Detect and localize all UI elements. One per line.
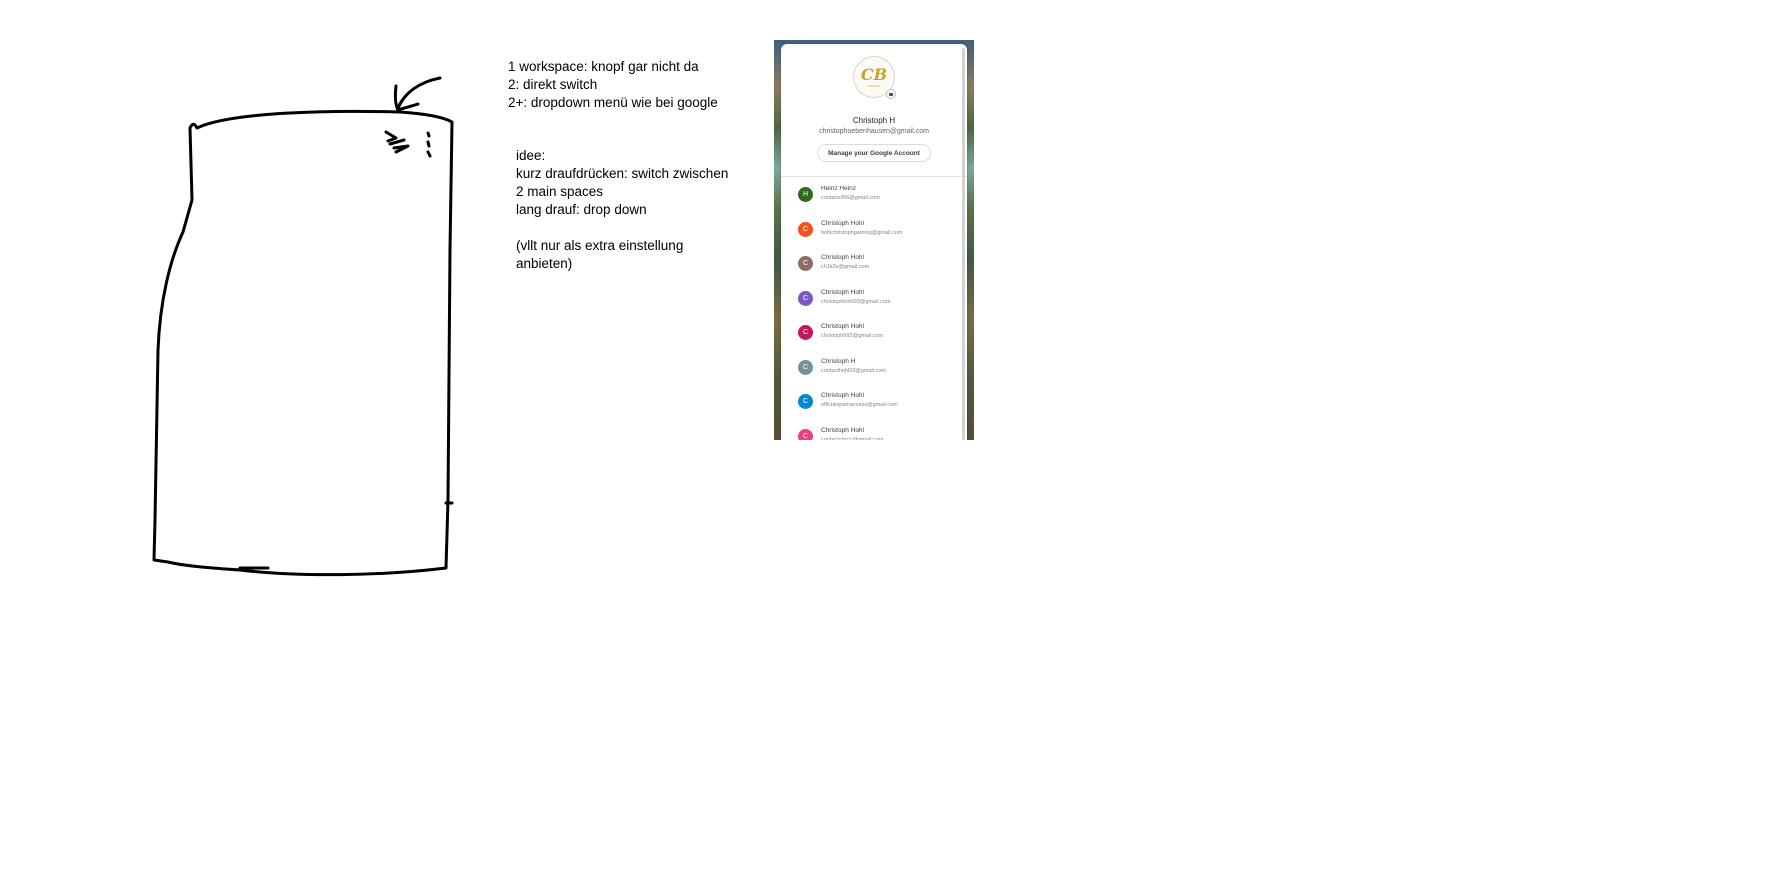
- account-avatar: C: [798, 359, 813, 375]
- camera-icon[interactable]: [886, 89, 896, 99]
- scrollbar[interactable]: [962, 48, 965, 440]
- account-avatar: C: [798, 290, 813, 306]
- notes-idea: idee: kurz draufdrücken: switch zwischen…: [516, 148, 729, 271]
- account-item[interactable]: H Heinz Heinz contactcf96@gmail.com: [781, 184, 967, 219]
- profile-logo: CB: [860, 64, 888, 84]
- switch-icon-sketch: [384, 130, 410, 154]
- account-email: christophh93@gmail.com: [821, 333, 884, 339]
- account-card: CB Christoph Christoph H christophoebenh…: [781, 44, 967, 440]
- account-item[interactable]: C Christoph Hohl ch1k3v@gmail.com: [781, 253, 967, 288]
- user-email: christophoebenhausen@gmail.com: [819, 128, 929, 135]
- divider: [781, 176, 967, 177]
- account-name: Christoph Hohl: [821, 426, 864, 434]
- account-avatar: C: [798, 256, 813, 271]
- account-email: officialspamaccess@gmail.com: [821, 402, 898, 408]
- profile-logo-sub: Christoph: [867, 83, 881, 88]
- account-name: Christoph H: [821, 357, 856, 365]
- notes-workspace: 1 workspace: knopf gar nicht da 2: direk…: [508, 59, 718, 110]
- account-name: Heinz Heinz: [821, 185, 857, 192]
- google-account-switcher: CB Christoph Christoph H christophoebenh…: [774, 40, 974, 440]
- phone-outline: [152, 109, 454, 577]
- account-avatar: C: [798, 394, 813, 409]
- menu-dots-sketch: [426, 131, 432, 158]
- user-name: Christoph H: [852, 116, 896, 125]
- account-name: Christoph Hohl: [821, 288, 864, 296]
- account-name: Christoph Hohl: [821, 219, 864, 227]
- account-item[interactable]: C Christoph Hohl christophhohl93@gmail.com: [781, 288, 967, 323]
- account-item[interactable]: C Christoph H contacthohl93@gmail.com: [781, 357, 967, 392]
- account-email: contactcf96@gmail.com: [821, 195, 880, 201]
- account-avatar: H: [798, 187, 813, 202]
- account-name: Christoph Hohl: [821, 392, 864, 399]
- account-item[interactable]: C Christoph Hohl contactcbccc@gmail.com: [781, 426, 967, 441]
- account-name: Christoph Hohl: [821, 254, 864, 261]
- account-avatar: C: [798, 428, 813, 440]
- account-avatar: C: [798, 325, 813, 340]
- account-name: Christoph Hohl: [821, 323, 864, 330]
- account-list: H Heinz Heinz contactcf96@gmail.com C Christ…: [781, 184, 967, 440]
- account-email: hohlchristophgaming@gmail.com: [821, 229, 903, 236]
- manage-account-button[interactable]: Manage your Google Account: [817, 144, 931, 162]
- account-email: ch1k3v@gmail.com: [821, 264, 870, 270]
- account-item[interactable]: C Christoph Hohl officialspamaccess@gmail.…: [781, 391, 967, 426]
- profile-avatar-wrapper[interactable]: CB Christoph: [853, 56, 896, 99]
- account-email: contactcbccc@gmail.com: [821, 436, 884, 441]
- account-item[interactable]: C Christoph Hohl christophh93@gmail.com: [781, 322, 967, 357]
- account-item[interactable]: C Christoph Hohl hohlchristophgaming@gmail…: [781, 219, 967, 254]
- account-avatar: C: [798, 221, 813, 237]
- account-email: christophhohl93@gmail.com: [821, 298, 891, 305]
- account-email: contacthohl93@gmail.com: [821, 367, 886, 374]
